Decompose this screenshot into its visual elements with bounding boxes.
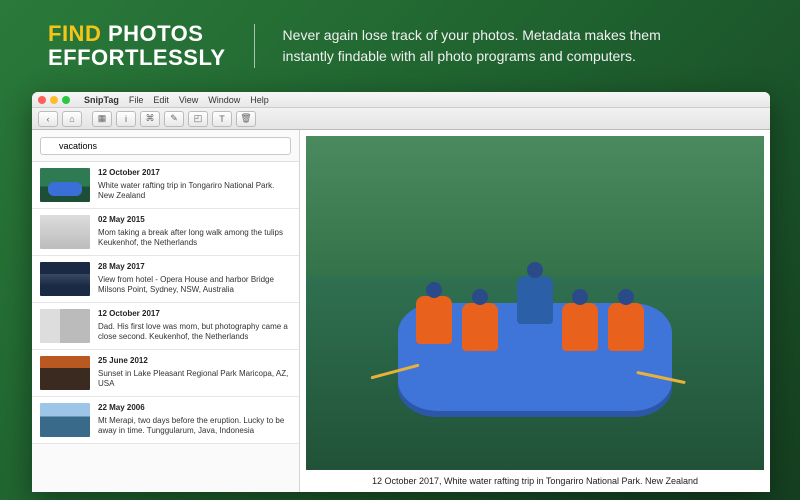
sidebar: 🔍 12 October 2017 White water rafting tr… xyxy=(32,130,300,492)
close-icon[interactable] xyxy=(38,96,46,104)
preview-caption: 12 October 2017, White water rafting tri… xyxy=(300,472,770,492)
hero-headline-word2: PHOTOS xyxy=(108,21,204,46)
hero-banner: FIND PHOTOS EFFORTLESSLY Never again los… xyxy=(0,0,800,84)
result-caption: Dad. His first love was mom, but photogr… xyxy=(98,322,291,343)
list-item[interactable]: 25 June 2012 Sunset in Lake Pleasant Reg… xyxy=(32,350,299,397)
toolbar: ‹ ⌂ ▦ i ⌘ ✎ ◰ T 🗑 xyxy=(32,108,770,130)
thumbnail xyxy=(40,309,90,343)
edit-button[interactable]: ✎ xyxy=(164,111,184,127)
menu-help[interactable]: Help xyxy=(250,95,269,105)
result-date: 12 October 2017 xyxy=(98,309,291,318)
person-shape xyxy=(462,303,498,351)
content-area: 🔍 12 October 2017 White water rafting tr… xyxy=(32,130,770,492)
search-input[interactable] xyxy=(40,137,291,155)
result-caption: Sunset in Lake Pleasant Regional Park Ma… xyxy=(98,369,291,390)
hero-headline-line2: EFFORTLESSLY xyxy=(48,46,226,70)
text-button[interactable]: T xyxy=(212,111,232,127)
result-date: 25 June 2012 xyxy=(98,356,291,365)
trash-button[interactable]: 🗑 xyxy=(236,111,256,127)
menu-view[interactable]: View xyxy=(179,95,198,105)
result-date: 02 May 2015 xyxy=(98,215,291,224)
app-window: SnipTag File Edit View Window Help ‹ ⌂ ▦… xyxy=(32,92,770,492)
menu-file[interactable]: File xyxy=(129,95,144,105)
list-item[interactable]: 12 October 2017 Dad. His first love was … xyxy=(32,303,299,350)
preview-panel: 12 October 2017, White water rafting tri… xyxy=(300,130,770,492)
result-date: 22 May 2006 xyxy=(98,403,291,412)
list-item[interactable]: 22 May 2006 Mt Merapi, two days before t… xyxy=(32,397,299,444)
app-name: SnipTag xyxy=(84,95,119,105)
hero-headline-line1: FIND PHOTOS xyxy=(48,22,226,46)
grid-button[interactable]: ▦ xyxy=(92,111,112,127)
hero-headline-block: FIND PHOTOS EFFORTLESSLY xyxy=(48,22,226,70)
list-item[interactable]: 02 May 2015 Mom taking a break after lon… xyxy=(32,209,299,256)
results-list[interactable]: 12 October 2017 White water rafting trip… xyxy=(32,162,299,492)
person-shape xyxy=(562,303,598,351)
thumbnail xyxy=(40,403,90,437)
tag-button[interactable]: ⌘ xyxy=(140,111,160,127)
list-item[interactable]: 28 May 2017 View from hotel - Opera Hous… xyxy=(32,256,299,303)
hero-headline-word3: EFFORTLESSLY xyxy=(48,45,226,70)
hero-divider xyxy=(254,24,255,68)
person-shape xyxy=(608,303,644,351)
result-caption: White water rafting trip in Tongariro Na… xyxy=(98,181,291,202)
minimize-icon[interactable] xyxy=(50,96,58,104)
result-caption: Mt Merapi, two days before the eruption.… xyxy=(98,416,291,437)
preview-image[interactable] xyxy=(306,136,764,470)
back-button[interactable]: ‹ xyxy=(38,111,58,127)
window-controls[interactable] xyxy=(38,96,70,104)
info-button[interactable]: i xyxy=(116,111,136,127)
hero-subtext: Never again lose track of your photos. M… xyxy=(283,25,683,67)
result-date: 12 October 2017 xyxy=(98,168,291,177)
result-date: 28 May 2017 xyxy=(98,262,291,271)
thumbnail xyxy=(40,168,90,202)
menubar: SnipTag File Edit View Window Help xyxy=(32,92,770,108)
menu-window[interactable]: Window xyxy=(208,95,240,105)
result-caption: View from hotel - Opera House and harbor… xyxy=(98,275,291,296)
home-button[interactable]: ⌂ xyxy=(62,111,82,127)
person-shape xyxy=(416,296,452,344)
thumbnail xyxy=(40,215,90,249)
person-shape xyxy=(517,276,553,324)
crop-button[interactable]: ◰ xyxy=(188,111,208,127)
list-item[interactable]: 12 October 2017 White water rafting trip… xyxy=(32,162,299,209)
hero-headline-accent: FIND xyxy=(48,21,101,46)
maximize-icon[interactable] xyxy=(62,96,70,104)
thumbnail xyxy=(40,356,90,390)
search-row: 🔍 xyxy=(32,130,299,162)
menu-edit[interactable]: Edit xyxy=(153,95,169,105)
thumbnail xyxy=(40,262,90,296)
result-caption: Mom taking a break after long walk among… xyxy=(98,228,291,249)
